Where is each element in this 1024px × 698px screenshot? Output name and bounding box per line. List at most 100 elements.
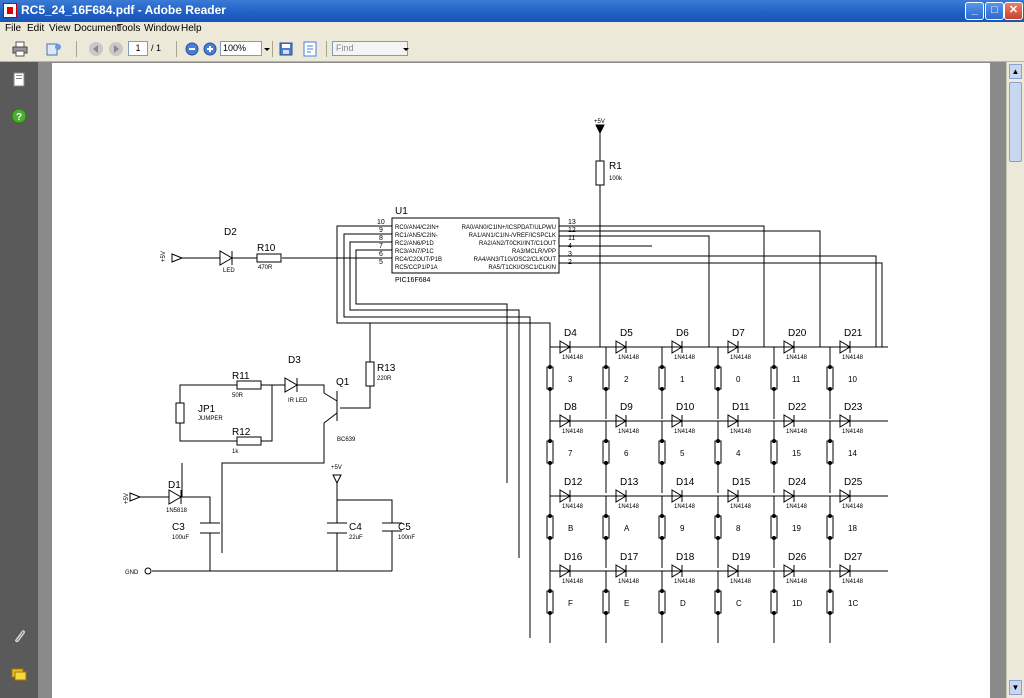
zoom-in-icon[interactable] — [202, 41, 218, 57]
diode-ref: D24 — [788, 477, 807, 488]
scroll-down-icon[interactable]: ▼ — [1009, 680, 1022, 695]
d3-value: IR LED — [288, 398, 308, 404]
diode-value: 1N4148 — [618, 504, 640, 510]
switch-terminal — [772, 611, 776, 615]
previous-page-icon[interactable] — [88, 41, 104, 57]
keypad-matrix: D41N41483D51N41482D61N41481D71N41480D201… — [546, 328, 888, 643]
paperclip-icon[interactable] — [11, 628, 27, 644]
key-label: 1 — [680, 375, 685, 384]
diode-ref: D11 — [732, 402, 750, 413]
diode-value: 1N4148 — [674, 504, 696, 510]
switch-terminal — [772, 536, 776, 540]
c5-ref: C5 — [398, 522, 411, 533]
key-label: 1D — [792, 599, 802, 608]
toolbar-separator — [176, 41, 177, 57]
chevron-down-icon[interactable] — [263, 41, 271, 57]
switch-terminal — [828, 536, 832, 540]
diode-symbol — [830, 414, 880, 428]
switch-terminal — [548, 461, 552, 465]
menu-file[interactable]: File — [5, 23, 21, 34]
u1-pin-label: RC1/AN5/C2IN- — [395, 233, 438, 239]
switch-symbol — [602, 590, 610, 614]
diode-value: 1N4148 — [674, 429, 696, 435]
u1-pin-label: RC2/AN6/P1D — [395, 241, 434, 247]
u1-pin-label: RA5/T1CKI/OSC1/CLKIN — [488, 265, 556, 271]
switch-terminal — [604, 439, 608, 443]
u1-pin-label: RC0/AN4/C2IN+ — [395, 225, 440, 231]
switch-terminal — [772, 439, 776, 443]
diode-symbol — [718, 489, 768, 503]
pages-panel-icon[interactable] — [11, 72, 27, 88]
switch-terminal — [716, 387, 720, 391]
switch-terminal — [604, 536, 608, 540]
save-icon[interactable] — [278, 41, 294, 57]
switch-terminal — [828, 611, 832, 615]
close-button[interactable]: ✕ — [1004, 2, 1023, 20]
comments-icon[interactable] — [11, 666, 27, 682]
help-icon[interactable]: ? — [11, 108, 27, 124]
next-page-icon[interactable] — [108, 41, 124, 57]
menu-tools[interactable]: Tools — [117, 23, 140, 34]
menu-view[interactable]: View — [49, 23, 71, 34]
switch-symbol — [826, 366, 834, 390]
switch-terminal — [716, 461, 720, 465]
menu-edit[interactable]: Edit — [27, 23, 44, 34]
diode-value: 1N4148 — [674, 355, 696, 361]
diode-ref: D27 — [844, 552, 863, 563]
vcc-label: +5V — [594, 119, 605, 125]
switch-terminal — [828, 365, 832, 369]
scroll-up-icon[interactable]: ▲ — [1009, 64, 1022, 79]
diode-ref: D14 — [676, 477, 695, 488]
key-label: 4 — [736, 449, 741, 458]
switch-terminal — [604, 611, 608, 615]
switch-symbol — [826, 515, 834, 539]
zoom-out-icon[interactable] — [184, 41, 200, 57]
d1-ref: D1 — [168, 480, 181, 491]
switch-terminal — [716, 589, 720, 593]
page-number-input[interactable]: 1 — [128, 41, 148, 56]
circuit-schematic: D41N41483D51N41482D61N41481D71N41480D201… — [124, 119, 888, 643]
key-label: 8 — [736, 524, 741, 533]
key-label: 14 — [848, 449, 857, 458]
maximize-button[interactable]: □ — [985, 2, 1004, 20]
key-label: A — [624, 524, 630, 533]
switch-terminal — [716, 611, 720, 615]
diode-ref: D15 — [732, 477, 751, 488]
printer-icon[interactable] — [12, 41, 28, 57]
scrollbar-thumb[interactable] — [1009, 82, 1022, 162]
collaborate-icon[interactable] — [46, 41, 62, 57]
find-input[interactable]: Find — [332, 41, 408, 56]
diode-ref: D12 — [564, 477, 583, 488]
menu-document[interactable]: Document — [74, 23, 120, 34]
key-label: 10 — [848, 375, 857, 384]
switch-symbol — [602, 440, 610, 464]
switch-terminal — [604, 589, 608, 593]
diode-value: 1N4148 — [786, 504, 808, 510]
menu-help[interactable]: Help — [181, 23, 202, 34]
diode-ref: D4 — [564, 328, 577, 339]
switch-terminal — [660, 611, 664, 615]
minimize-button[interactable]: _ — [965, 2, 984, 20]
chevron-down-icon[interactable] — [402, 41, 410, 57]
vertical-scrollbar[interactable]: ▲ ▼ — [1006, 62, 1024, 698]
menu-window[interactable]: Window — [144, 23, 180, 34]
diode-value: 1N4148 — [618, 355, 640, 361]
key-label: 0 — [736, 375, 741, 384]
diode-symbol — [774, 489, 824, 503]
switch-terminal — [660, 365, 664, 369]
c5-value: 100nF — [398, 535, 415, 541]
diode-symbol — [550, 414, 600, 428]
title-bar: RC5_24_16F684.pdf - Adobe Reader _ □ ✕ — [0, 0, 1024, 22]
key-label: 19 — [792, 524, 801, 533]
key-label: E — [624, 599, 629, 608]
u1-pin-label: RA3/MCLR/VPP — [512, 249, 556, 255]
switch-terminal — [660, 439, 664, 443]
fit-page-icon[interactable] — [302, 41, 318, 57]
jp1-ref: JP1 — [198, 404, 216, 415]
switch-terminal — [772, 514, 776, 518]
u1-pin-num: 3 — [568, 251, 572, 258]
c3-ref: C3 — [172, 522, 185, 533]
u1-pin-num: 7 — [379, 243, 383, 250]
diode-value: 1N4148 — [842, 429, 864, 435]
zoom-level-select[interactable]: 100% — [220, 41, 262, 56]
